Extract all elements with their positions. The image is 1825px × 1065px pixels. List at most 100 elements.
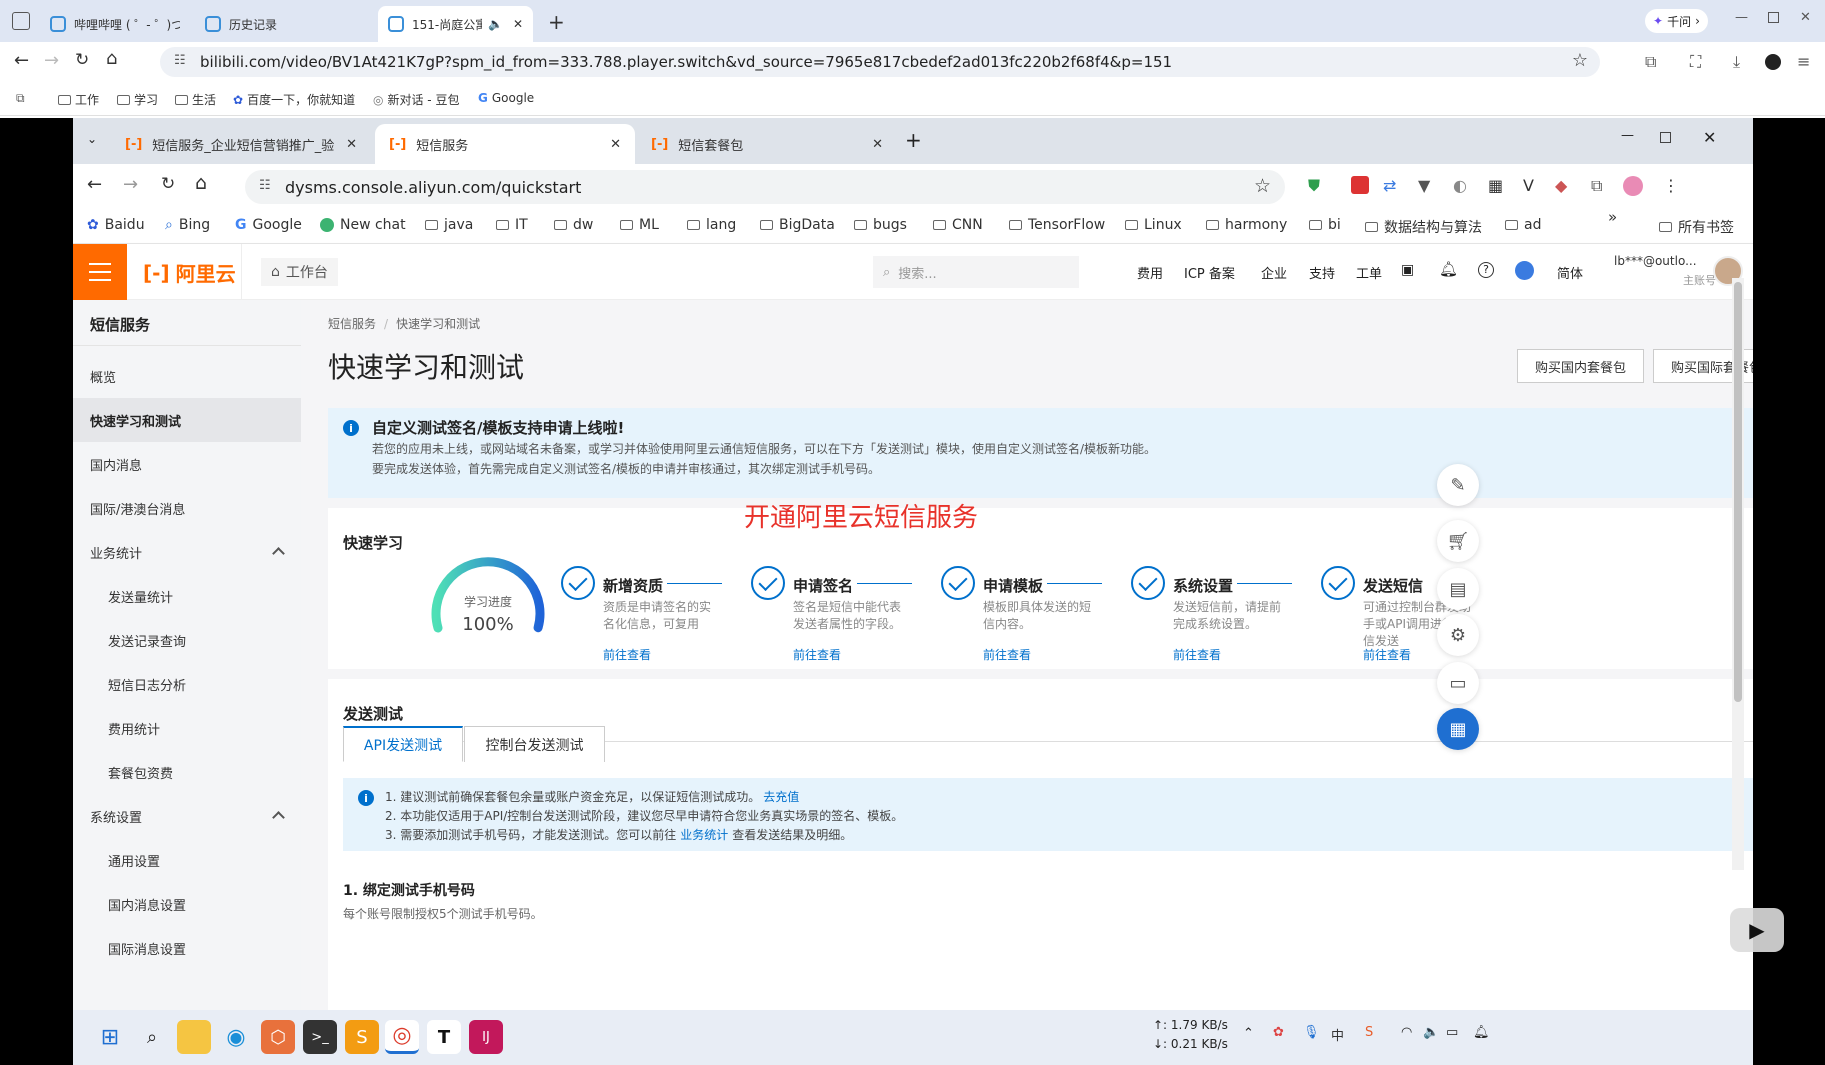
tab-actions-icon[interactable] <box>12 12 30 30</box>
bookmark-star-icon[interactable]: ☆ <box>1254 175 1271 197</box>
forward-icon[interactable]: → <box>123 174 138 195</box>
inner-tab-sms-marketing[interactable]: [-] 短信服务_企业短信营销推广_验 ✕ <box>111 124 371 164</box>
step-link[interactable]: 前往查看 <box>1363 646 1411 663</box>
close-tab-icon[interactable]: ✕ <box>872 137 883 152</box>
language-switch[interactable]: 简体 <box>1557 263 1583 282</box>
wifi-icon[interactable]: ◠ <box>1401 1025 1412 1040</box>
inner-address-bar[interactable]: ☷ dysms.console.aliyun.com/quickstart ☆ <box>245 170 1285 204</box>
extensions-icon[interactable]: ⧉ <box>1591 176 1602 196</box>
bookmark-folder[interactable]: bugs <box>854 217 907 233</box>
bookmark-link[interactable]: G Google <box>235 217 302 233</box>
restore-icon[interactable] <box>1660 132 1671 143</box>
more-icon[interactable]: ⋮ <box>1663 176 1679 195</box>
bookmark-folder[interactable]: 工作 <box>58 91 99 108</box>
bookmark-link[interactable]: G Google <box>478 91 534 105</box>
nav-support[interactable]: 支持 <box>1309 263 1335 282</box>
reload-icon[interactable]: ↻ <box>75 50 89 70</box>
sidebar-group-settings[interactable]: 系统设置 <box>73 794 301 838</box>
edge-icon[interactable]: ◉ <box>219 1020 253 1054</box>
tray-app-icon[interactable]: ✿ <box>1273 1025 1284 1040</box>
file-explorer-icon[interactable] <box>177 1020 211 1054</box>
assistant-icon[interactable] <box>1515 261 1534 280</box>
nav-enterprise[interactable]: 企业 <box>1261 263 1287 282</box>
bookmark-folder[interactable]: ad <box>1505 217 1541 233</box>
microphone-icon[interactable]: 🎙︎ <box>1303 1025 1320 1040</box>
bookmark-link[interactable]: ⌕ Bing <box>165 217 210 233</box>
terminal-icon[interactable]: >_ <box>303 1020 337 1054</box>
breadcrumb-link[interactable]: 短信服务 <box>328 315 376 332</box>
typora-icon[interactable]: T <box>427 1020 461 1054</box>
minimize-icon[interactable]: — <box>1735 10 1748 25</box>
close-icon[interactable]: ✕ <box>1752 418 1753 434</box>
inner-tab-sms-package[interactable]: [-] 短信套餐包 ✕ <box>637 124 897 164</box>
video-play-icon[interactable]: ▶ <box>1730 908 1784 952</box>
menu-icon[interactable]: ≡ <box>1797 52 1810 71</box>
profile-avatar[interactable] <box>1765 54 1781 70</box>
step-link[interactable]: 前往查看 <box>603 646 651 663</box>
site-info-icon[interactable]: ☷ <box>174 53 186 68</box>
extension-icon[interactable]: V <box>1523 176 1534 195</box>
bookmark-folder[interactable]: IT <box>496 217 528 233</box>
sidebar-item-log-analysis[interactable]: 短信日志分析 <box>73 662 301 706</box>
profile-avatar[interactable] <box>1623 176 1643 196</box>
tray-app-icon[interactable]: S <box>1365 1025 1373 1040</box>
bookmark-folder[interactable]: ML <box>620 217 659 233</box>
tab-search-icon[interactable]: ⧉ <box>16 91 25 106</box>
windows-start-icon[interactable]: ⊞ <box>93 1020 127 1054</box>
sidebar-item-international[interactable]: 国际/港澳台消息 <box>73 486 301 530</box>
scrollbar-thumb[interactable] <box>1734 282 1742 702</box>
bookmark-folder[interactable]: java <box>425 217 473 233</box>
document-icon[interactable]: ▤ <box>1437 568 1479 610</box>
help-icon[interactable]: ? <box>1478 262 1494 278</box>
step-link[interactable]: 前往查看 <box>793 646 841 663</box>
sublime-icon[interactable]: S <box>345 1020 379 1054</box>
extension-icon[interactable]: ◐ <box>1453 176 1467 195</box>
minimize-icon[interactable]: — <box>1621 128 1634 143</box>
new-tab-icon[interactable]: + <box>905 128 922 152</box>
volume-icon[interactable]: 🔈 <box>1423 1025 1439 1040</box>
buy-domestic-package-button[interactable]: 购买国内套餐包 <box>1517 349 1644 383</box>
bookmark-folder[interactable]: 学习 <box>117 91 158 108</box>
apps-icon[interactable]: ▦ <box>1437 708 1479 750</box>
sidebar-item-send-records[interactable]: 发送记录查询 <box>73 618 301 662</box>
extensions-icon[interactable]: ⧉ <box>1645 52 1656 72</box>
extension-icon[interactable] <box>1351 176 1369 194</box>
nav-ticket[interactable]: 工单 <box>1356 263 1382 282</box>
recharge-link[interactable]: 去充值 <box>763 788 799 805</box>
nav-icp[interactable]: ICP 备案 <box>1184 263 1235 282</box>
inner-tab-sms-service[interactable]: [-] 短信服务 ✕ <box>375 124 635 164</box>
qianwen-button[interactable]: ✦ 千问 › <box>1645 9 1708 33</box>
translate-icon[interactable]: ⇄ <box>1383 176 1396 195</box>
sidebar-group-stats[interactable]: 业务统计 <box>73 530 301 574</box>
edit-icon[interactable]: ✎ <box>1437 464 1479 506</box>
bookmark-folder[interactable]: BigData <box>760 217 835 233</box>
sidebar-item-cost-stats[interactable]: 费用统计 <box>73 706 301 750</box>
extension-icon[interactable]: ◆ <box>1555 176 1567 195</box>
close-tab-icon[interactable]: ✕ <box>346 137 357 152</box>
bookmark-link[interactable]: ✿ 百度一下，你就知道 <box>233 91 355 108</box>
terminal-icon[interactable]: ▣ <box>1401 262 1414 278</box>
outer-tab-history[interactable]: 历史记录 <box>195 6 375 42</box>
bookmark-link[interactable]: New chat <box>320 217 406 233</box>
outer-tab-bilibili[interactable]: 哔哩哔哩 ( ゜- ゜)つロ <box>40 6 190 42</box>
all-bookmarks-folder[interactable]: 所有书签 <box>1659 217 1734 237</box>
site-info-icon[interactable]: ☷ <box>259 178 271 193</box>
bookmark-star-icon[interactable]: ☆ <box>1572 50 1588 71</box>
battery-icon[interactable]: ▭ <box>1446 1025 1458 1040</box>
bookmark-folder[interactable]: harmony <box>1206 217 1287 233</box>
extension-icon[interactable]: ▦ <box>1488 176 1503 195</box>
bookmark-folder[interactable]: TensorFlow <box>1009 217 1105 233</box>
bookmark-link[interactable]: ◎ 新对话 - 豆包 <box>373 91 459 108</box>
forward-icon[interactable]: → <box>44 50 59 71</box>
more-bookmarks-icon[interactable]: » <box>1608 208 1617 226</box>
shield-extension-icon[interactable]: ⛊ <box>1308 176 1320 196</box>
stats-link[interactable]: 业务统计 <box>680 826 728 843</box>
chrome-icon[interactable]: ◎ <box>385 1020 419 1054</box>
gear-icon[interactable]: ⚙ <box>1437 614 1479 656</box>
close-window-icon[interactable]: ✕ <box>1703 128 1716 147</box>
bookmark-folder[interactable]: 数据结构与算法 <box>1365 217 1482 237</box>
download-icon[interactable]: ⤓ <box>1733 52 1740 72</box>
sidebar-item-package-fee[interactable]: 套餐包资费 <box>73 750 301 794</box>
home-icon[interactable]: ⌂ <box>106 48 117 69</box>
home-icon[interactable]: ⌂ <box>195 172 207 194</box>
